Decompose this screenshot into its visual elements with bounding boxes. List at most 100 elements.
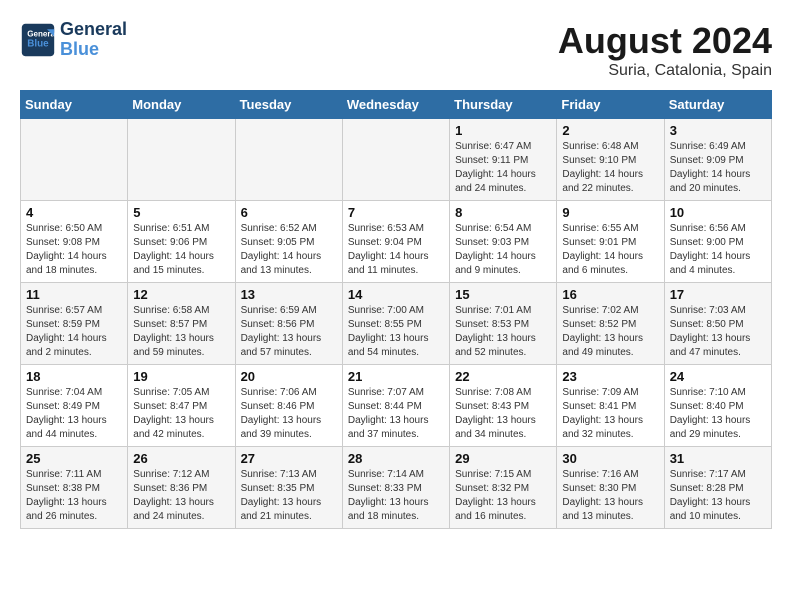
day-number: 1 xyxy=(455,123,551,138)
weekday-header-wednesday: Wednesday xyxy=(342,91,449,119)
day-cell-1: 1Sunrise: 6:47 AM Sunset: 9:11 PM Daylig… xyxy=(450,119,557,201)
empty-cell xyxy=(235,119,342,201)
day-cell-27: 27Sunrise: 7:13 AM Sunset: 8:35 PM Dayli… xyxy=(235,447,342,529)
day-info: Sunrise: 6:52 AM Sunset: 9:05 PM Dayligh… xyxy=(241,222,337,278)
title-block: August 2024 Suria, Catalonia, Spain xyxy=(558,20,772,80)
day-info: Sunrise: 7:08 AM Sunset: 8:43 PM Dayligh… xyxy=(455,386,551,442)
day-cell-11: 11Sunrise: 6:57 AM Sunset: 8:59 PM Dayli… xyxy=(21,283,128,365)
day-number: 2 xyxy=(562,123,658,138)
day-cell-12: 12 Sunrise: 6:58 AM Sunset: 8:57 PM Dayli… xyxy=(128,283,235,365)
day-cell-8: 8 Sunrise: 6:54 AM Sunset: 9:03 PM Daylig… xyxy=(450,201,557,283)
day-info: Sunrise: 7:01 AM Sunset: 8:53 PM Dayligh… xyxy=(455,304,551,360)
day-number: 26 xyxy=(133,451,229,466)
week-row-5: 25Sunrise: 7:11 AM Sunset: 8:38 PM Dayli… xyxy=(21,447,772,529)
location: Suria, Catalonia, Spain xyxy=(558,62,772,80)
day-cell-16: 16 Sunrise: 7:02 AM Sunset: 8:52 PM Dayli… xyxy=(557,283,664,365)
day-cell-10: 10 Sunrise: 6:56 AM Sunset: 9:00 PM Dayli… xyxy=(664,201,771,283)
day-cell-31: 31Sunrise: 7:17 AM Sunset: 8:28 PM Dayli… xyxy=(664,447,771,529)
day-number: 31 xyxy=(670,451,766,466)
day-info: Sunrise: 7:06 AM Sunset: 8:46 PM Dayligh… xyxy=(241,386,337,442)
day-cell-18: 18 Sunrise: 7:04 AM Sunset: 8:49 PM Dayli… xyxy=(21,365,128,447)
day-cell-9: 9Sunrise: 6:55 AM Sunset: 9:01 PM Daylig… xyxy=(557,201,664,283)
day-info: Sunrise: 6:53 AM Sunset: 9:04 PM Dayligh… xyxy=(348,222,444,278)
day-number: 15 xyxy=(455,287,551,302)
day-info: Sunrise: 6:59 AM Sunset: 8:56 PM Dayligh… xyxy=(241,304,337,360)
day-info: Sunrise: 6:58 AM Sunset: 8:57 PM Dayligh… xyxy=(133,304,229,360)
day-info: Sunrise: 7:14 AM Sunset: 8:33 PM Dayligh… xyxy=(348,468,444,524)
day-number: 3 xyxy=(670,123,766,138)
day-number: 22 xyxy=(455,369,551,384)
day-info: Sunrise: 7:09 AM Sunset: 8:41 PM Dayligh… xyxy=(562,386,658,442)
day-info: Sunrise: 7:12 AM Sunset: 8:36 PM Dayligh… xyxy=(133,468,229,524)
logo-text: GeneralBlue xyxy=(60,20,127,60)
day-cell-5: 5 Sunrise: 6:51 AM Sunset: 9:06 PM Daylig… xyxy=(128,201,235,283)
day-info: Sunrise: 7:15 AM Sunset: 8:32 PM Dayligh… xyxy=(455,468,551,524)
day-number: 12 xyxy=(133,287,229,302)
day-info: Sunrise: 6:48 AM Sunset: 9:10 PM Dayligh… xyxy=(562,140,658,196)
day-info: Sunrise: 7:00 AM Sunset: 8:55 PM Dayligh… xyxy=(348,304,444,360)
day-cell-15: 15 Sunrise: 7:01 AM Sunset: 8:53 PM Dayli… xyxy=(450,283,557,365)
day-cell-4: 4 Sunrise: 6:50 AM Sunset: 9:08 PM Daylig… xyxy=(21,201,128,283)
week-row-1: 1Sunrise: 6:47 AM Sunset: 9:11 PM Daylig… xyxy=(21,119,772,201)
week-row-3: 11Sunrise: 6:57 AM Sunset: 8:59 PM Dayli… xyxy=(21,283,772,365)
day-number: 29 xyxy=(455,451,551,466)
weekday-header-thursday: Thursday xyxy=(450,91,557,119)
day-info: Sunrise: 6:51 AM Sunset: 9:06 PM Dayligh… xyxy=(133,222,229,278)
day-info: Sunrise: 7:13 AM Sunset: 8:35 PM Dayligh… xyxy=(241,468,337,524)
svg-text:Blue: Blue xyxy=(27,38,49,49)
day-info: Sunrise: 7:16 AM Sunset: 8:30 PM Dayligh… xyxy=(562,468,658,524)
day-cell-23: 23 Sunrise: 7:09 AM Sunset: 8:41 PM Dayli… xyxy=(557,365,664,447)
day-number: 10 xyxy=(670,205,766,220)
day-cell-24: 24 Sunrise: 7:10 AM Sunset: 8:40 PM Dayli… xyxy=(664,365,771,447)
day-number: 24 xyxy=(670,369,766,384)
day-number: 5 xyxy=(133,205,229,220)
day-number: 21 xyxy=(348,369,444,384)
day-number: 17 xyxy=(670,287,766,302)
logo-icon: General Blue xyxy=(20,22,56,58)
day-number: 30 xyxy=(562,451,658,466)
page-header: General Blue GeneralBlue August 2024 Sur… xyxy=(20,20,772,80)
day-cell-19: 19Sunrise: 7:05 AM Sunset: 8:47 PM Dayli… xyxy=(128,365,235,447)
day-number: 19 xyxy=(133,369,229,384)
day-info: Sunrise: 7:04 AM Sunset: 8:49 PM Dayligh… xyxy=(26,386,122,442)
day-info: Sunrise: 6:54 AM Sunset: 9:03 PM Dayligh… xyxy=(455,222,551,278)
empty-cell xyxy=(342,119,449,201)
day-info: Sunrise: 6:56 AM Sunset: 9:00 PM Dayligh… xyxy=(670,222,766,278)
day-cell-17: 17 Sunrise: 7:03 AM Sunset: 8:50 PM Dayli… xyxy=(664,283,771,365)
day-info: Sunrise: 6:50 AM Sunset: 9:08 PM Dayligh… xyxy=(26,222,122,278)
day-info: Sunrise: 7:03 AM Sunset: 8:50 PM Dayligh… xyxy=(670,304,766,360)
day-number: 20 xyxy=(241,369,337,384)
weekday-header-sunday: Sunday xyxy=(21,91,128,119)
weekday-header-saturday: Saturday xyxy=(664,91,771,119)
day-number: 23 xyxy=(562,369,658,384)
weekday-header-friday: Friday xyxy=(557,91,664,119)
day-number: 11 xyxy=(26,287,122,302)
day-cell-3: 3 Sunrise: 6:49 AM Sunset: 9:09 PM Daylig… xyxy=(664,119,771,201)
week-row-4: 18 Sunrise: 7:04 AM Sunset: 8:49 PM Dayli… xyxy=(21,365,772,447)
day-cell-13: 13 Sunrise: 6:59 AM Sunset: 8:56 PM Dayli… xyxy=(235,283,342,365)
calendar-table: SundayMondayTuesdayWednesdayThursdayFrid… xyxy=(20,90,772,529)
empty-cell xyxy=(128,119,235,201)
day-cell-7: 7 Sunrise: 6:53 AM Sunset: 9:04 PM Daylig… xyxy=(342,201,449,283)
day-number: 8 xyxy=(455,205,551,220)
day-cell-20: 20 Sunrise: 7:06 AM Sunset: 8:46 PM Dayli… xyxy=(235,365,342,447)
logo: General Blue GeneralBlue xyxy=(20,20,127,60)
day-number: 4 xyxy=(26,205,122,220)
day-cell-29: 29 Sunrise: 7:15 AM Sunset: 8:32 PM Dayli… xyxy=(450,447,557,529)
weekday-header-monday: Monday xyxy=(128,91,235,119)
day-cell-26: 26 Sunrise: 7:12 AM Sunset: 8:36 PM Dayli… xyxy=(128,447,235,529)
day-number: 18 xyxy=(26,369,122,384)
day-number: 7 xyxy=(348,205,444,220)
day-info: Sunrise: 6:49 AM Sunset: 9:09 PM Dayligh… xyxy=(670,140,766,196)
day-cell-28: 28Sunrise: 7:14 AM Sunset: 8:33 PM Dayli… xyxy=(342,447,449,529)
day-number: 13 xyxy=(241,287,337,302)
day-number: 16 xyxy=(562,287,658,302)
day-info: Sunrise: 7:02 AM Sunset: 8:52 PM Dayligh… xyxy=(562,304,658,360)
day-cell-6: 6Sunrise: 6:52 AM Sunset: 9:05 PM Daylig… xyxy=(235,201,342,283)
day-cell-14: 14 Sunrise: 7:00 AM Sunset: 8:55 PM Dayli… xyxy=(342,283,449,365)
day-info: Sunrise: 7:10 AM Sunset: 8:40 PM Dayligh… xyxy=(670,386,766,442)
week-row-2: 4 Sunrise: 6:50 AM Sunset: 9:08 PM Daylig… xyxy=(21,201,772,283)
day-number: 14 xyxy=(348,287,444,302)
day-cell-21: 21 Sunrise: 7:07 AM Sunset: 8:44 PM Dayli… xyxy=(342,365,449,447)
day-info: Sunrise: 7:07 AM Sunset: 8:44 PM Dayligh… xyxy=(348,386,444,442)
